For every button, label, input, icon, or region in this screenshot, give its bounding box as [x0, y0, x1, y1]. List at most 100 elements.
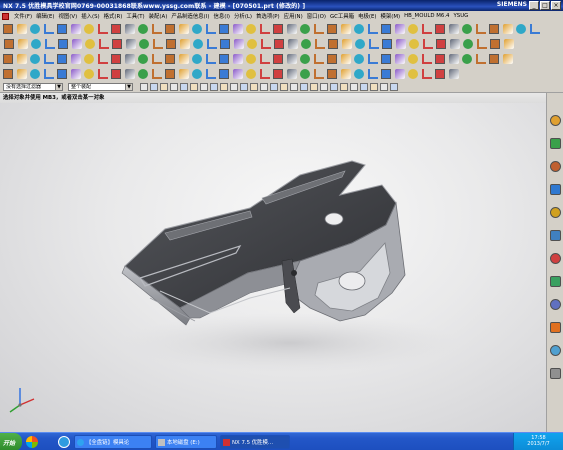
snap-point-icon[interactable]	[270, 83, 278, 91]
redo-icon[interactable]	[57, 24, 67, 34]
chamfer-icon[interactable]	[219, 54, 229, 64]
close-button[interactable]: ×	[551, 1, 561, 10]
assembly-navigator-icon[interactable]	[550, 115, 561, 126]
task-nx[interactable]: NX 7.5 优胜模...	[220, 435, 290, 449]
zoom-icon[interactable]	[273, 24, 283, 34]
new-icon[interactable]	[367, 54, 378, 64]
snap-point-icon[interactable]	[260, 83, 268, 91]
pocket-icon[interactable]	[192, 54, 202, 64]
new-icon[interactable]	[3, 69, 13, 79]
measure-icon[interactable]	[354, 24, 364, 34]
fit-icon[interactable]	[259, 24, 270, 34]
snap-point-icon[interactable]	[360, 83, 368, 91]
paste-icon[interactable]	[97, 54, 108, 64]
save-icon[interactable]	[30, 69, 40, 79]
menu-file[interactable]: 文件(F)	[14, 12, 32, 20]
roles-icon[interactable]	[550, 276, 561, 287]
undo-icon[interactable]	[44, 39, 55, 49]
browser-icon[interactable]	[58, 436, 70, 448]
extrude-icon[interactable]	[139, 39, 149, 49]
shell-icon[interactable]	[233, 39, 244, 49]
snap-point-icon[interactable]	[320, 83, 328, 91]
rotate-icon[interactable]	[286, 54, 297, 64]
layer-icon[interactable]	[340, 54, 351, 64]
chamfer-icon[interactable]	[219, 69, 229, 79]
snap-point-icon[interactable]	[390, 83, 398, 91]
sketch-icon[interactable]	[124, 54, 135, 64]
menu-ysug[interactable]: YSUG	[454, 13, 469, 19]
start-button[interactable]: 开始	[0, 433, 22, 450]
sketch-icon[interactable]	[490, 39, 500, 49]
trim-icon[interactable]	[246, 69, 256, 79]
open-icon[interactable]	[17, 39, 28, 49]
save-icon[interactable]	[30, 54, 40, 64]
extrude-icon[interactable]	[138, 24, 148, 34]
snap-point-icon[interactable]	[160, 83, 168, 91]
save-icon[interactable]	[30, 24, 40, 34]
redo-icon[interactable]	[421, 24, 432, 34]
undo-icon[interactable]	[409, 39, 419, 49]
pocket-icon[interactable]	[192, 69, 202, 79]
extrude-icon[interactable]	[502, 24, 513, 34]
layer-icon[interactable]	[340, 69, 351, 79]
copy-icon[interactable]	[449, 39, 460, 49]
snap-point-icon[interactable]	[220, 83, 228, 91]
menu-moldbase[interactable]: 模架(M)	[380, 12, 400, 20]
boss-icon[interactable]	[179, 39, 190, 49]
wireframe-icon[interactable]	[327, 54, 337, 64]
new-icon[interactable]	[368, 39, 379, 49]
chamfer-icon[interactable]	[219, 24, 229, 34]
blend-icon[interactable]	[205, 69, 216, 79]
pan-icon[interactable]	[301, 39, 311, 49]
cut-icon[interactable]	[70, 24, 81, 34]
wireframe-icon[interactable]	[328, 39, 338, 49]
cut-icon[interactable]	[70, 69, 81, 79]
menu-assemblies[interactable]: 装配(A)	[149, 12, 168, 20]
constraint-navigator-icon[interactable]	[550, 345, 561, 356]
shaded-icon[interactable]	[314, 39, 325, 49]
snap-point-icon[interactable]	[150, 83, 158, 91]
solid-body[interactable]	[121, 160, 406, 326]
delete-icon[interactable]	[475, 54, 486, 64]
sketch-icon[interactable]	[489, 54, 499, 64]
shell-icon[interactable]	[232, 54, 243, 64]
hole-icon[interactable]	[165, 24, 175, 34]
type-filter-dropdown[interactable]: 没有选择过滤器 ▼	[3, 83, 63, 91]
snap-point-icon[interactable]	[140, 83, 148, 91]
boss-icon[interactable]	[178, 24, 189, 34]
copy-icon[interactable]	[84, 54, 94, 64]
open-icon[interactable]	[381, 69, 391, 79]
fit-icon[interactable]	[260, 39, 271, 49]
menu-edit[interactable]: 编辑(E)	[36, 12, 54, 20]
rotate-icon[interactable]	[287, 39, 298, 49]
undo-icon[interactable]	[408, 24, 418, 34]
delete-icon[interactable]	[111, 24, 121, 34]
menu-tools[interactable]: 工具(T)	[126, 12, 144, 20]
blend-icon[interactable]	[205, 54, 216, 64]
part-navigator-icon[interactable]	[550, 368, 561, 379]
process-studio-icon[interactable]	[550, 253, 561, 264]
revolve-icon[interactable]	[151, 69, 162, 79]
measure-icon[interactable]	[355, 39, 365, 49]
snap-point-icon[interactable]	[180, 83, 188, 91]
sketch-icon[interactable]	[124, 24, 135, 34]
revolve-icon[interactable]	[151, 54, 162, 64]
quicklaunch-icon[interactable]	[26, 436, 38, 448]
shell-icon[interactable]	[232, 69, 243, 79]
revolve-icon[interactable]	[516, 24, 526, 34]
extrude-icon[interactable]	[503, 39, 514, 49]
extrude-icon[interactable]	[138, 69, 148, 79]
save-icon[interactable]	[394, 24, 405, 34]
history-icon[interactable]	[550, 207, 561, 218]
open-icon[interactable]	[381, 54, 391, 64]
new-icon[interactable]	[367, 69, 378, 79]
snap-point-icon[interactable]	[330, 83, 338, 91]
menu-hb-mould[interactable]: HB_MOULD M6.4	[404, 13, 449, 19]
measure-icon[interactable]	[354, 54, 364, 64]
revolve-icon[interactable]	[151, 24, 162, 34]
shaded-icon[interactable]	[313, 54, 324, 64]
fit-icon[interactable]	[259, 54, 270, 64]
minimize-button[interactable]: _	[529, 1, 539, 10]
menu-analysis[interactable]: 分析(L)	[234, 12, 252, 20]
new-icon[interactable]	[367, 24, 378, 34]
